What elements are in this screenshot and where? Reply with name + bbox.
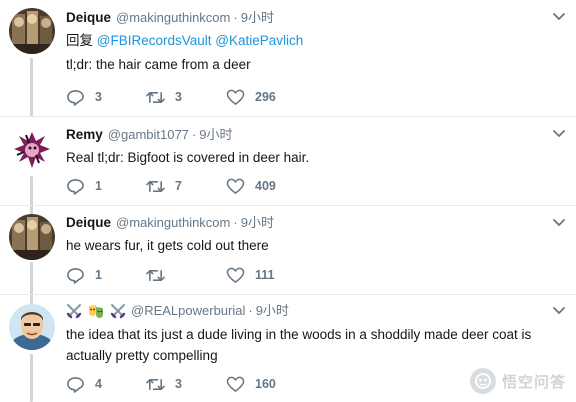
tweet-text: the idea that its just a dude living in … xyxy=(66,324,562,366)
reply-icon xyxy=(67,89,84,106)
watermark: 悟空问答 xyxy=(469,368,566,394)
separator-dot: · xyxy=(233,215,238,230)
chevron-down-icon[interactable] xyxy=(552,306,566,316)
retweet-icon xyxy=(146,91,165,103)
author-name[interactable]: Deique xyxy=(66,214,111,232)
tweet-actions: 1 111 xyxy=(66,265,306,285)
reply-prefix: 回复 xyxy=(66,33,93,48)
reply-button[interactable]: 1 xyxy=(66,267,146,284)
heart-icon xyxy=(226,89,245,105)
reply-button[interactable]: 4 xyxy=(66,376,146,393)
timestamp[interactable]: 9小时 xyxy=(241,214,274,232)
wukong-logo-icon xyxy=(469,368,496,394)
like-button[interactable]: 160 xyxy=(226,376,306,393)
author-handle[interactable]: @gambit1077 xyxy=(108,126,189,144)
author-handle[interactable]: @REALpowerburial xyxy=(131,302,245,320)
reply-context: 回复 @FBIRecordsVault @KatiePavlich xyxy=(66,32,562,50)
retweet-icon xyxy=(146,180,165,192)
tweet-text: he wears fur, it gets cold out there xyxy=(66,238,269,253)
tweet-text-line: actually pretty compelling xyxy=(66,348,218,363)
timestamp[interactable]: 9小时 xyxy=(241,9,274,27)
retweet-count: 7 xyxy=(175,179,182,193)
retweet-button[interactable]: 3 xyxy=(146,376,226,393)
author-name[interactable]: Deique xyxy=(66,9,111,27)
retweet-icon xyxy=(146,378,165,390)
reply-icon xyxy=(67,178,84,195)
separator-dot: · xyxy=(191,127,197,142)
tweet-item[interactable]: Deique @makinguthinkcom · 9小时 回复 @FBIRec… xyxy=(0,0,576,116)
author-handle[interactable]: @makinguthinkcom xyxy=(116,9,230,27)
tweet-item[interactable]: Remy @gambit1077 · 9小时 Real tl;dr: Bigfo… xyxy=(0,117,576,205)
crossed-swords-icon xyxy=(66,304,82,319)
crossed-swords-icon xyxy=(110,304,126,319)
tweet-actions: 3 3 296 xyxy=(66,87,306,107)
reply-icon xyxy=(67,376,84,393)
heart-icon xyxy=(226,178,245,194)
performing-arts-icon xyxy=(89,305,103,318)
tweet-text: Real tl;dr: Bigfoot is covered in deer h… xyxy=(66,150,310,165)
retweet-count: 3 xyxy=(175,377,182,391)
mention-link[interactable]: @KatiePavlich xyxy=(215,33,303,48)
reply-count: 4 xyxy=(95,377,102,391)
reply-count: 1 xyxy=(95,268,102,282)
retweet-count: 3 xyxy=(175,90,182,104)
avatar[interactable] xyxy=(9,8,55,54)
separator-dot: · xyxy=(248,303,253,318)
tweet-item[interactable]: Deique @makinguthinkcom · 9小时 he wears f… xyxy=(0,206,576,294)
timestamp[interactable]: 9小时 xyxy=(256,302,289,320)
author-name[interactable]: Remy xyxy=(66,126,103,144)
avatar[interactable] xyxy=(9,214,55,260)
tweet-actions: 4 3 160 xyxy=(66,374,306,394)
like-count: 111 xyxy=(255,268,275,282)
like-count: 409 xyxy=(255,179,276,193)
watermark-text: 悟空问答 xyxy=(501,372,566,391)
chevron-down-icon[interactable] xyxy=(552,218,566,228)
reply-button[interactable]: 1 xyxy=(66,178,146,195)
chevron-down-icon[interactable] xyxy=(552,129,566,139)
retweet-button[interactable]: 7 xyxy=(146,178,226,195)
like-button[interactable]: 296 xyxy=(226,89,306,106)
chevron-down-icon[interactable] xyxy=(552,12,566,22)
heart-icon xyxy=(226,267,245,283)
heart-icon xyxy=(226,376,245,392)
avatar[interactable] xyxy=(9,304,55,350)
display-name-emojis[interactable] xyxy=(66,303,126,319)
retweet-button[interactable] xyxy=(146,267,226,284)
like-count: 160 xyxy=(255,377,276,391)
like-count: 296 xyxy=(255,90,276,104)
retweet-icon xyxy=(146,269,165,281)
reply-count: 3 xyxy=(95,90,102,104)
retweet-button[interactable]: 3 xyxy=(146,89,226,106)
author-handle[interactable]: @makinguthinkcom xyxy=(116,214,230,232)
like-button[interactable]: 111 xyxy=(226,267,306,284)
separator-dot: · xyxy=(233,10,238,25)
reply-count: 1 xyxy=(95,179,102,193)
mention-link[interactable]: @FBIRecordsVault xyxy=(97,33,212,48)
reply-button[interactable]: 3 xyxy=(66,89,146,106)
tweet-thread: Deique @makinguthinkcom · 9小时 回复 @FBIRec… xyxy=(0,0,576,402)
tweet-actions: 1 7 409 xyxy=(66,176,306,196)
tweet-text-line: the idea that its just a dude living in … xyxy=(66,327,532,342)
timestamp[interactable]: 9小时 xyxy=(199,126,232,144)
avatar[interactable] xyxy=(9,127,55,173)
tweet-text: tl;dr: the hair came from a deer xyxy=(66,57,251,72)
like-button[interactable]: 409 xyxy=(226,178,306,195)
reply-icon xyxy=(67,267,84,284)
